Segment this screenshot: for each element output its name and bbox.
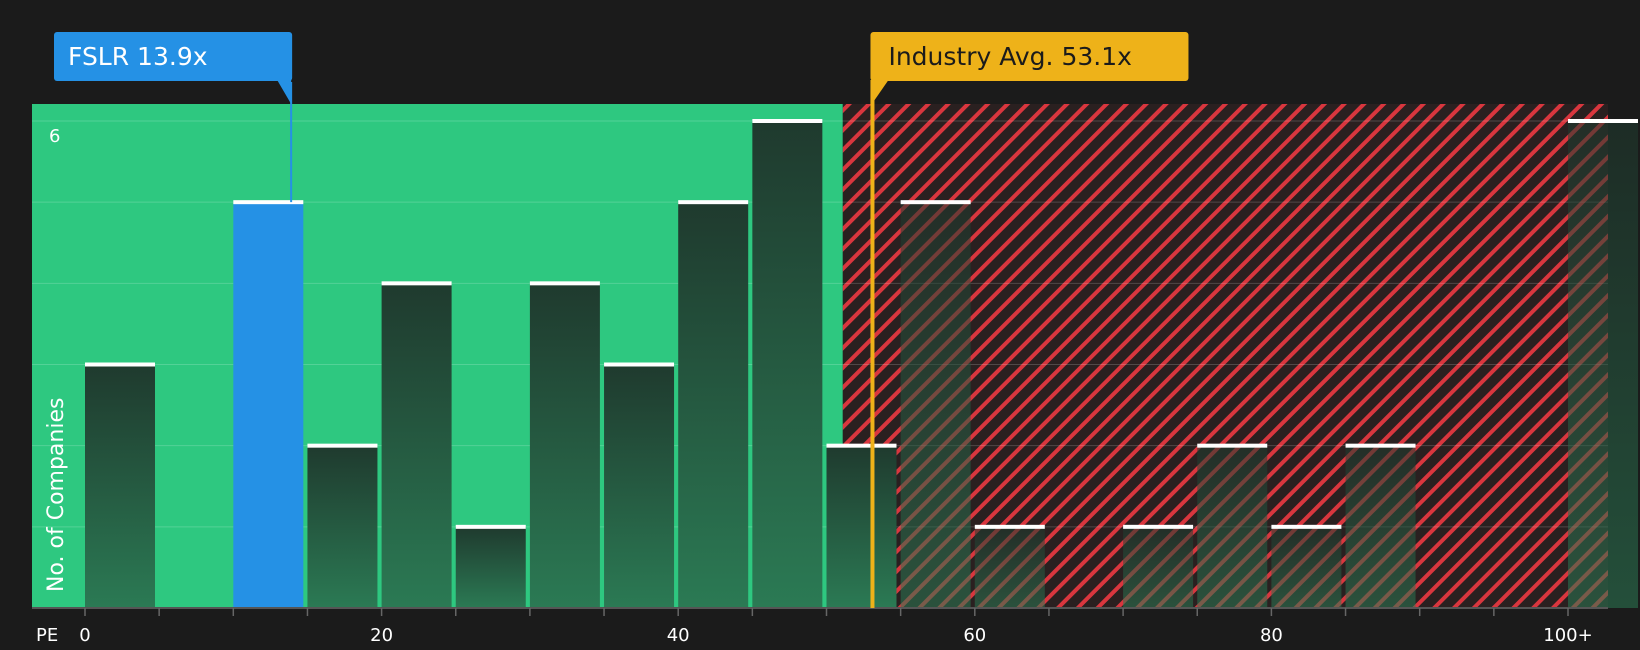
bar-cap xyxy=(85,362,155,367)
histogram-bar xyxy=(455,526,526,608)
histogram-bar xyxy=(826,445,897,608)
industry-callout-label: Industry Avg. 53.1x xyxy=(888,42,1131,71)
bar-cap xyxy=(974,524,1045,529)
histogram-bar xyxy=(85,364,155,608)
x-tick-label: 60 xyxy=(963,625,986,646)
histogram-bar xyxy=(678,202,749,608)
histogram-bar xyxy=(604,364,675,608)
histogram-bar xyxy=(974,526,1045,608)
bar-cap xyxy=(900,200,971,205)
bar-cap xyxy=(1271,524,1342,529)
highlighted-bar xyxy=(233,202,304,608)
bar-cap xyxy=(381,281,452,286)
bar-cap xyxy=(455,524,526,529)
y-tick-label: 6 xyxy=(49,126,60,147)
bar-cap xyxy=(1345,443,1416,448)
histogram-bar xyxy=(1271,526,1342,608)
histogram-bar xyxy=(1568,121,1638,608)
bar-cap xyxy=(1568,119,1638,123)
bar-cap xyxy=(233,200,304,205)
bar-cap xyxy=(529,281,600,286)
company-callout-label: FSLR 13.9x xyxy=(68,42,208,71)
bar-cap xyxy=(752,119,823,123)
bar-cap xyxy=(1123,524,1194,529)
bar-cap xyxy=(604,362,675,367)
histogram-bar xyxy=(752,121,823,608)
histogram-bar xyxy=(529,283,600,608)
bar-cap xyxy=(678,200,749,205)
x-tick-label: 40 xyxy=(667,625,690,646)
histogram-bar xyxy=(1197,445,1268,608)
bar-cap xyxy=(826,443,897,448)
bar-cap xyxy=(1197,443,1268,448)
x-tick-label: 100+ xyxy=(1543,625,1592,646)
histogram-bar xyxy=(381,283,452,608)
histogram-bar xyxy=(900,202,971,608)
x-tick-label: 80 xyxy=(1260,625,1283,646)
bar-cap xyxy=(307,443,378,448)
histogram-bar xyxy=(1123,526,1194,608)
x-axis-label: PE xyxy=(36,625,58,646)
y-axis-label: No. of Companies xyxy=(44,398,69,592)
histogram-bar xyxy=(307,445,378,608)
company-callout-pointer xyxy=(277,80,292,104)
x-tick-label: 0 xyxy=(79,625,90,646)
pe-distribution-chart: 0 20 40 60 80 100+ PE 6 No. of Companies FSLR 13… xyxy=(32,32,1638,646)
histogram-bar xyxy=(1345,445,1416,608)
x-tick-label: 20 xyxy=(370,625,393,646)
